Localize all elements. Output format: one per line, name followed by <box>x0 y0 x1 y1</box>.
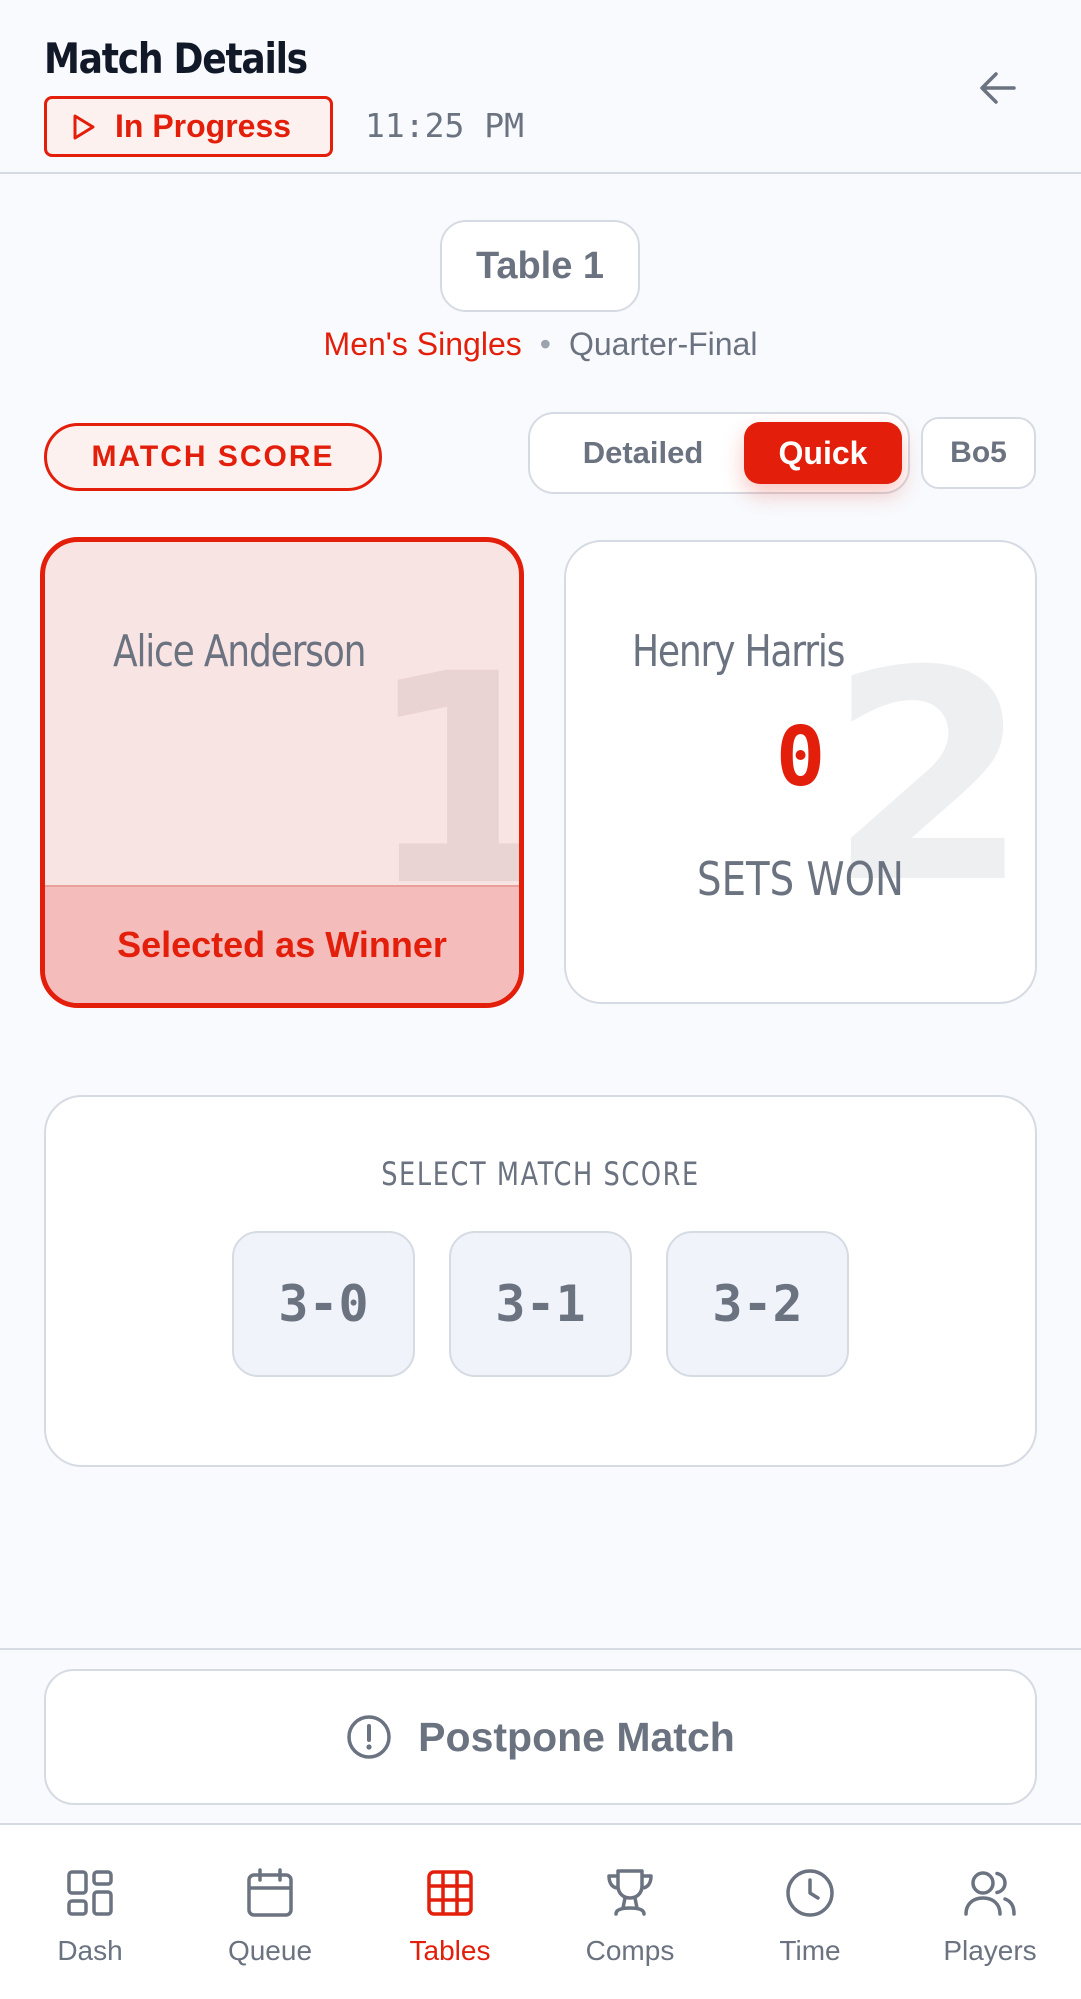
clock-icon <box>786 1869 834 1917</box>
play-icon <box>73 114 95 139</box>
current-time: 11:25 PM <box>365 106 524 145</box>
users-icon <box>964 1871 1016 1916</box>
score-mode-toggle: Detailed Quick <box>528 412 910 494</box>
nav-label: Time <box>779 1935 841 1966</box>
nav-item-time[interactable]: Time <box>720 1825 900 1999</box>
nav-item-dash[interactable]: Dash <box>0 1825 180 1999</box>
table-badge: Table 1 <box>440 220 640 312</box>
mode-detailed-button[interactable]: Detailed <box>538 422 748 484</box>
sets-won-value: 0 <box>775 710 826 805</box>
nav-label: Dash <box>57 1935 123 1966</box>
dashboard-icon <box>67 1870 113 1916</box>
score-options: 3-0 3-1 3-2 <box>232 1231 849 1377</box>
back-button[interactable] <box>968 58 1028 118</box>
match-category: Men's Singles <box>323 326 522 362</box>
score-selector-panel: SELECT MATCH SCORE 3-0 3-1 3-2 <box>44 1095 1037 1467</box>
score-option-3-1[interactable]: 3-1 <box>449 1231 632 1377</box>
header: Match Details In Progress 11:25 PM <box>0 0 1081 174</box>
player-seed: 1 <box>365 637 519 927</box>
meta-separator: • <box>539 326 551 362</box>
nav-item-comps[interactable]: Comps <box>540 1825 720 1999</box>
postpone-match-button[interactable]: Postpone Match <box>44 1669 1037 1805</box>
player-name: Henry Harris <box>632 626 845 677</box>
nav-label: Tables <box>409 1935 491 1966</box>
calendar-icon <box>247 1868 293 1917</box>
match-format-badge[interactable]: Bo5 <box>921 417 1036 489</box>
footer-divider <box>0 1648 1081 1650</box>
status-label: In Progress <box>115 108 292 144</box>
score-selector-title: SELECT MATCH SCORE <box>381 1155 700 1193</box>
mode-quick-button[interactable]: Quick <box>744 422 902 484</box>
score-option-3-2[interactable]: 3-2 <box>666 1231 849 1377</box>
alert-circle-icon <box>347 1715 391 1759</box>
arrow-left-icon <box>980 72 1016 104</box>
nav-item-players[interactable]: Players <box>900 1825 1080 1999</box>
status-badge: In Progress <box>44 96 333 157</box>
nav-label: Players <box>943 1935 1037 1966</box>
trophy-icon <box>607 1869 653 1916</box>
player-name: Alice Anderson <box>113 626 366 677</box>
postpone-label: Postpone Match <box>418 1713 735 1760</box>
sets-won-label: SETS WON <box>697 852 904 906</box>
match-score-badge: MATCH SCORE <box>44 423 382 491</box>
player-card-1[interactable]: Alice Anderson 1 Selected as Winner <box>40 537 524 1008</box>
bottom-nav: Dash Queue Tables Comps Time Players <box>0 1823 1081 1999</box>
nav-label: Comps <box>585 1935 675 1966</box>
grid-icon <box>427 1870 473 1916</box>
winner-label: Selected as Winner <box>45 885 519 1003</box>
nav-item-queue[interactable]: Queue <box>180 1825 360 1999</box>
match-meta: Men's Singles • Quarter-Final <box>0 326 1081 363</box>
nav-label: Queue <box>227 1935 313 1966</box>
page-title: Match Details <box>44 34 308 83</box>
score-option-3-0[interactable]: 3-0 <box>232 1231 415 1377</box>
player-card-2[interactable]: Henry Harris 2 0 SETS WON <box>564 540 1037 1004</box>
nav-item-tables[interactable]: Tables <box>360 1825 540 1999</box>
match-round: Quarter-Final <box>568 326 758 362</box>
